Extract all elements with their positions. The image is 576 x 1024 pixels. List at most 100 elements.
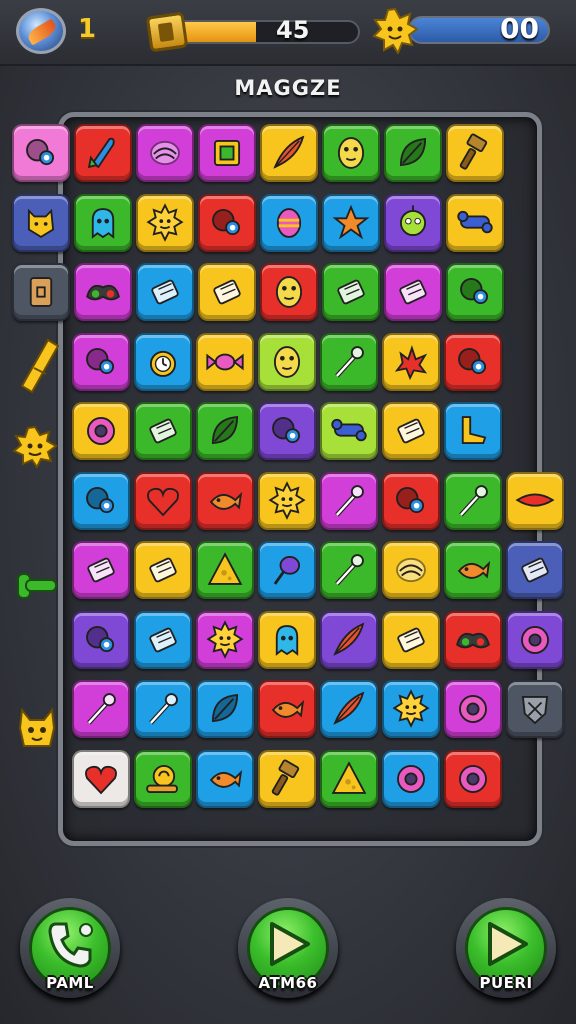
egg-tile[interactable] — [260, 194, 318, 252]
card-tile[interactable] — [12, 263, 70, 321]
bone-tile[interactable] — [446, 194, 504, 252]
shield-icon — [521, 695, 549, 725]
leaf-tile[interactable] — [196, 680, 254, 738]
blob-tile[interactable] — [72, 333, 130, 391]
bar-tile[interactable] — [382, 611, 440, 669]
ghost-icon — [275, 625, 299, 656]
ring-tile[interactable] — [444, 750, 502, 808]
blob-tile[interactable] — [444, 333, 502, 391]
sun-tile[interactable] — [382, 680, 440, 738]
lips-tile[interactable] — [506, 472, 564, 530]
progress-bar — [170, 20, 360, 44]
bar-tile[interactable] — [136, 263, 194, 321]
swirl-tile[interactable] — [136, 124, 194, 182]
hammer-tile[interactable] — [258, 750, 316, 808]
snail-tile[interactable] — [134, 750, 192, 808]
bone-tile[interactable] — [320, 402, 378, 460]
feather-tile[interactable] — [320, 611, 378, 669]
ring-tile[interactable] — [382, 750, 440, 808]
blob-tile[interactable] — [198, 194, 256, 252]
bar-tile[interactable] — [72, 541, 130, 599]
blob-tile[interactable] — [72, 472, 130, 530]
mask-tile[interactable] — [74, 263, 132, 321]
wand-tile[interactable] — [320, 333, 378, 391]
fish-tile[interactable] — [258, 680, 316, 738]
heart-tile[interactable] — [72, 750, 130, 808]
green-bone-icon[interactable] — [14, 566, 60, 602]
bar-tile[interactable] — [382, 402, 440, 460]
candy-icon — [206, 353, 244, 371]
cat-icon — [27, 208, 55, 239]
cheese-icon — [207, 552, 243, 585]
sun-face-icon[interactable] — [12, 426, 58, 468]
wand-tile[interactable] — [320, 472, 378, 530]
shield-tile[interactable] — [506, 680, 564, 738]
feather-tile[interactable] — [320, 680, 378, 738]
cat-face-icon[interactable] — [14, 706, 60, 756]
bar-tile[interactable] — [384, 263, 442, 321]
splat-tile[interactable] — [382, 333, 440, 391]
atm66-button[interactable]: ATM66 — [238, 898, 338, 998]
fish-tile[interactable] — [196, 750, 254, 808]
leaf-tile[interactable] — [196, 402, 254, 460]
leaf-icon — [211, 416, 239, 445]
cheese-tile[interactable] — [196, 541, 254, 599]
top-hud: 1 45 00 — [0, 0, 576, 66]
cheese-tile[interactable] — [320, 750, 378, 808]
star-tile[interactable] — [322, 194, 380, 252]
level-orb-icon[interactable] — [16, 8, 66, 54]
swirl-tile[interactable] — [382, 541, 440, 599]
bar-tile[interactable] — [134, 611, 192, 669]
wand-tile[interactable] — [134, 680, 192, 738]
wand-tile[interactable] — [444, 472, 502, 530]
rocket-tile[interactable] — [74, 124, 132, 182]
cat-tile[interactable] — [12, 194, 70, 252]
pin-tile[interactable] — [258, 541, 316, 599]
bar-tile[interactable] — [506, 541, 564, 599]
leaf-tile[interactable] — [384, 124, 442, 182]
candy-tile[interactable] — [196, 333, 254, 391]
face-tile[interactable] — [260, 263, 318, 321]
heart-tile[interactable] — [134, 472, 192, 530]
bar-tile[interactable] — [198, 263, 256, 321]
bar-tile[interactable] — [134, 402, 192, 460]
blob-tile[interactable] — [382, 472, 440, 530]
sun-tile[interactable] — [258, 472, 316, 530]
blob-tile[interactable] — [12, 124, 70, 182]
box-tile[interactable] — [198, 124, 256, 182]
blob-tile[interactable] — [446, 263, 504, 321]
ring-tile[interactable] — [506, 611, 564, 669]
hammer-tile[interactable] — [446, 124, 504, 182]
feather-tile[interactable] — [260, 124, 318, 182]
mask-tile[interactable] — [444, 611, 502, 669]
ring-tile[interactable] — [72, 402, 130, 460]
shoe-tile[interactable] — [444, 402, 502, 460]
blob-tile[interactable] — [258, 402, 316, 460]
wand-icon — [459, 485, 488, 517]
fish-tile[interactable] — [196, 472, 254, 530]
blob-tile[interactable] — [72, 611, 130, 669]
fish-icon — [209, 491, 243, 510]
wand-tile[interactable] — [320, 541, 378, 599]
face-tile[interactable] — [258, 333, 316, 391]
bar-tile[interactable] — [134, 541, 192, 599]
bar-icon — [149, 418, 177, 444]
wand-tile[interactable] — [72, 680, 130, 738]
bone-icon — [331, 418, 367, 442]
sun-tile[interactable] — [196, 611, 254, 669]
face-tile[interactable] — [322, 124, 380, 182]
bar-tile[interactable] — [322, 263, 380, 321]
paml-button[interactable]: PAML — [20, 898, 120, 998]
sun-tile[interactable] — [136, 194, 194, 252]
fish-tile[interactable] — [444, 541, 502, 599]
mask-icon — [86, 284, 120, 301]
ghost-tile[interactable] — [74, 194, 132, 252]
fish-icon — [457, 560, 491, 579]
ring-tile[interactable] — [444, 680, 502, 738]
clock-tile[interactable] — [134, 333, 192, 391]
ghost-tile[interactable] — [258, 611, 316, 669]
robot-tile[interactable] — [384, 194, 442, 252]
robot-icon — [399, 205, 427, 237]
candy-bar-icon[interactable] — [18, 338, 62, 394]
pueri-button[interactable]: PUERI — [456, 898, 556, 998]
